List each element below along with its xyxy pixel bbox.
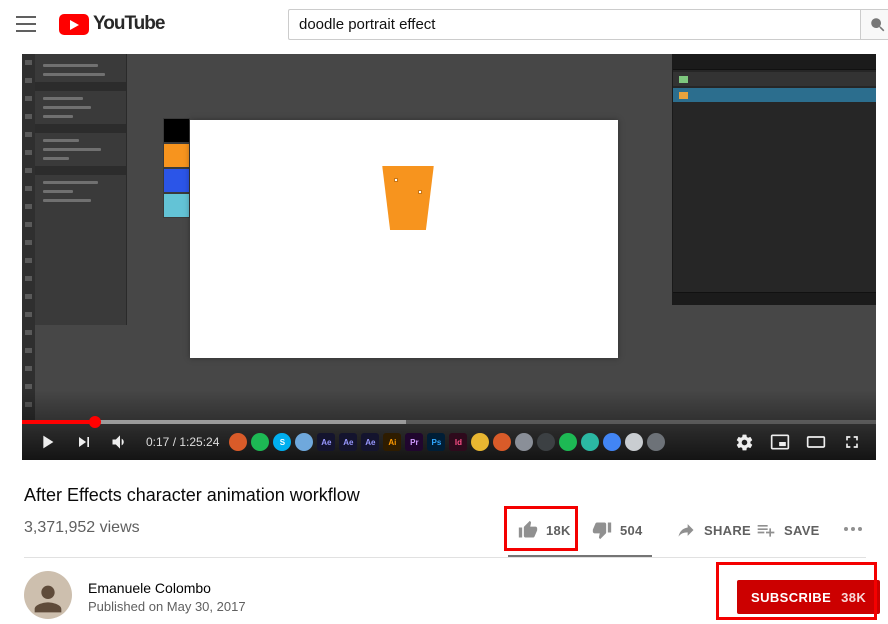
indesign-icon: Id (449, 433, 467, 451)
premiere-icon: Pr (405, 433, 423, 451)
layers-panel-tabs (673, 54, 876, 70)
more-dots-icon (844, 527, 848, 531)
youtube-play-icon (59, 14, 89, 35)
firefox-icon (493, 433, 511, 451)
app-icon (537, 433, 555, 451)
share-label: SHARE (704, 523, 751, 538)
search-icon (869, 16, 887, 34)
anchor-point (394, 178, 398, 182)
layers-panel-footer (673, 292, 876, 305)
youtube-watch-page: YouTube (0, 0, 888, 624)
more-actions-button[interactable] (844, 527, 862, 531)
save-label: SAVE (784, 523, 820, 538)
volume-icon (110, 432, 130, 452)
next-button[interactable] (74, 432, 94, 452)
time-display: 0:17 / 1:25:24 (146, 435, 219, 449)
like-button[interactable]: 18K (518, 520, 571, 540)
color-swatch[interactable] (163, 118, 190, 143)
artboard (190, 120, 618, 358)
dislike-button[interactable]: 504 (592, 520, 643, 540)
illustrator-layers-panel (672, 54, 876, 305)
color-swatch[interactable] (163, 143, 190, 168)
play-icon (36, 431, 58, 453)
view-count: 3,371,952 views (24, 519, 140, 537)
skype-icon: S (273, 433, 291, 451)
illustrator-properties-panel (35, 54, 127, 325)
app-icon (471, 433, 489, 451)
channel-avatar[interactable] (24, 571, 72, 619)
spotify-icon (251, 433, 269, 451)
browser-icon (295, 433, 313, 451)
playlist-add-icon (756, 520, 776, 540)
search-input[interactable] (288, 9, 860, 40)
app-icon (515, 433, 533, 451)
theater-icon (806, 432, 826, 452)
thumb-down-icon (592, 520, 612, 540)
layer-row-selected (673, 88, 876, 102)
volume-button[interactable] (110, 432, 130, 452)
taskbar-icons: SAeAeAeAiPrPsId (229, 433, 665, 451)
subscribe-label: SUBSCRIBE (751, 590, 831, 605)
next-icon (74, 432, 94, 452)
divider (24, 557, 866, 558)
player-controls: 0:17 / 1:25:24 SAeAeAeAiPrPsId (22, 424, 876, 460)
app-icon (581, 433, 599, 451)
firefox-icon (229, 433, 247, 451)
channel-name[interactable]: Emanuele Colombo (88, 580, 211, 596)
like-count: 18K (546, 523, 571, 538)
fullscreen-button[interactable] (842, 432, 862, 452)
search-button[interactable] (860, 9, 888, 40)
app-icon (625, 433, 643, 451)
illustrator-toolbar (22, 54, 35, 424)
gear-icon (735, 433, 754, 452)
thumb-up-icon (518, 520, 538, 540)
color-swatch[interactable] (163, 193, 190, 218)
photoshop-icon: Ps (427, 433, 445, 451)
miniplayer-icon (770, 432, 790, 452)
after-effects-icon: Ae (317, 433, 335, 451)
app-icon (647, 433, 665, 451)
anchor-point (418, 190, 422, 194)
after-effects-icon: Ae (339, 433, 357, 451)
person-icon (28, 579, 68, 619)
subscriber-count: 38K (841, 590, 866, 605)
dislike-count: 504 (620, 523, 643, 538)
share-button[interactable]: SHARE (676, 520, 751, 540)
top-bar: YouTube (0, 0, 888, 48)
youtube-logo-text: YouTube (93, 13, 164, 35)
color-swatch[interactable] (163, 168, 190, 193)
illustrator-icon: Ai (383, 433, 401, 451)
video-title: After Effects character animation workfl… (24, 485, 360, 506)
settings-button[interactable] (735, 433, 754, 452)
menu-button[interactable] (16, 16, 36, 32)
theater-mode-button[interactable] (806, 432, 826, 452)
miniplayer-button[interactable] (770, 432, 790, 452)
spotify-icon (559, 433, 577, 451)
after-effects-icon: Ae (361, 433, 379, 451)
fullscreen-icon (842, 432, 862, 452)
swatch-column (163, 118, 190, 218)
hamburger-icon (16, 16, 36, 18)
play-button[interactable] (36, 431, 58, 453)
publish-date: Published on May 30, 2017 (88, 599, 246, 614)
sentiment-bar (508, 555, 652, 557)
youtube-logo[interactable]: YouTube (59, 13, 164, 35)
app-icon (603, 433, 621, 451)
share-icon (676, 520, 696, 540)
save-button[interactable]: SAVE (756, 520, 820, 540)
layer-row (673, 72, 876, 86)
video-player[interactable]: 0:17 / 1:25:24 SAeAeAeAiPrPsId (22, 54, 876, 460)
subscribe-button[interactable]: SUBSCRIBE 38K (737, 580, 880, 614)
